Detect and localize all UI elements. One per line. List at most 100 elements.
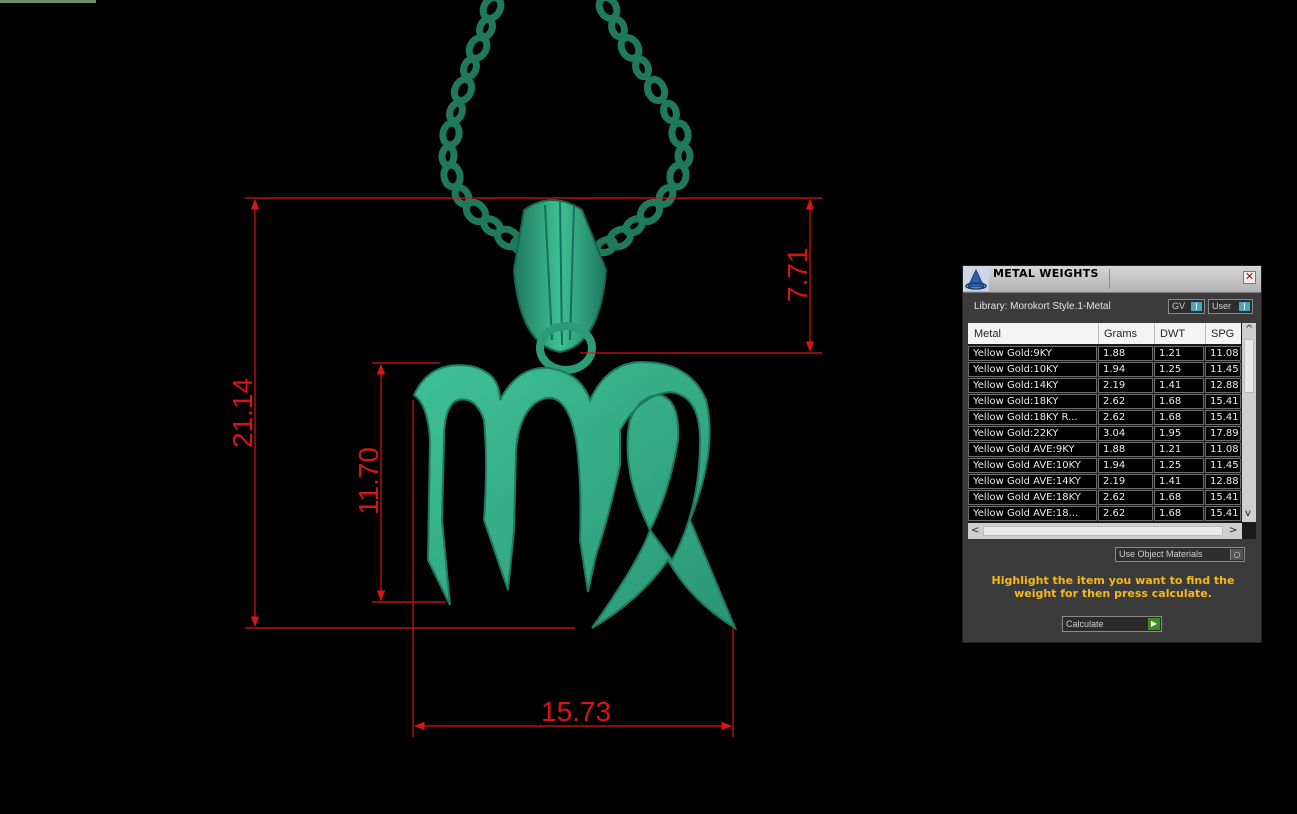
cell-metal: Yellow Gold:14KY <box>968 378 1097 393</box>
cell-spg: 11.45 <box>1205 458 1241 473</box>
cell-metal: Yellow Gold AVE:10KY <box>968 458 1097 473</box>
cell-dwt: 1.25 <box>1154 362 1204 377</box>
cell-spg: 15.41 <box>1205 506 1241 521</box>
cell-grams: 2.62 <box>1098 394 1153 409</box>
cell-dwt: 1.41 <box>1154 378 1204 393</box>
cell-dwt: 1.68 <box>1154 410 1204 425</box>
header-divider <box>1098 323 1099 344</box>
cell-grams: 2.19 <box>1098 378 1153 393</box>
user-toggle[interactable]: User <box>1208 299 1253 314</box>
vertical-scrollbar[interactable]: ^ v <box>1242 323 1256 522</box>
chain-link <box>632 55 652 81</box>
scroll-thumb[interactable] <box>1244 339 1254 393</box>
cell-dwt: 1.68 <box>1154 394 1204 409</box>
cell-spg: 15.41 <box>1205 394 1241 409</box>
cell-spg: 15.41 <box>1205 490 1241 505</box>
cell-grams: 1.94 <box>1098 362 1153 377</box>
use-object-materials-dropdown[interactable]: Use Object Materials ○ <box>1115 547 1245 562</box>
table-row[interactable]: Yellow Gold:18KY R... 2.62 1.68 15.41 <box>968 410 1241 426</box>
title-divider <box>1109 269 1110 289</box>
table-row[interactable]: Yellow Gold:14KY 2.19 1.41 12.88 <box>968 378 1241 394</box>
cell-dwt: 1.41 <box>1154 474 1204 489</box>
scroll-down-icon[interactable]: v <box>1245 509 1251 519</box>
scroll-thumb[interactable] <box>983 526 1223 536</box>
gv-toggle[interactable]: GV <box>1168 299 1205 314</box>
cell-spg: 11.08 <box>1205 442 1241 457</box>
cell-grams: 1.88 <box>1098 442 1153 457</box>
metal-table[interactable]: Metal Grams DWT SPG Yellow Gold:9KY 1.88 1… <box>968 323 1256 539</box>
library-label: Library: Morokort Style.1-Metal <box>974 301 1111 312</box>
scroll-right-icon[interactable]: > <box>1229 526 1237 536</box>
cell-metal: Yellow Gold AVE:18... <box>968 506 1097 521</box>
scroll-up-icon[interactable]: ^ <box>1245 325 1253 335</box>
height-dimension-label: 21.14 <box>227 378 258 448</box>
table-row[interactable]: Yellow Gold:22KY 3.04 1.95 17.89 <box>968 426 1241 442</box>
instruction-text: Highlight the item you want to find the … <box>991 574 1235 600</box>
bail-dimension-label: 7.71 <box>782 248 813 303</box>
dropdown-label: Use Object Materials <box>1119 549 1203 559</box>
cell-grams: 2.62 <box>1098 506 1153 521</box>
cell-metal: Yellow Gold:10KY <box>968 362 1097 377</box>
cell-dwt: 1.68 <box>1154 506 1204 521</box>
pendant-bail <box>512 199 608 374</box>
panel-title: METAL WEIGHTS <box>993 267 1099 280</box>
table-body: Yellow Gold:9KY 1.88 1.21 11.08 Yellow Gold:… <box>968 346 1241 522</box>
column-header-dwt[interactable]: DWT <box>1160 328 1185 340</box>
cell-spg: 17.89 <box>1205 426 1241 441</box>
chain-link <box>668 119 692 149</box>
cell-metal: Yellow Gold:22KY <box>968 426 1097 441</box>
cell-dwt: 1.21 <box>1154 346 1204 361</box>
cell-grams: 2.19 <box>1098 474 1153 489</box>
table-row[interactable]: Yellow Gold AVE:18KY 2.62 1.68 15.41 <box>968 490 1241 506</box>
close-icon[interactable]: ✕ <box>1243 271 1256 284</box>
radio-icon: ○ <box>1230 549 1243 560</box>
horizontal-scrollbar[interactable]: < > <box>968 523 1242 539</box>
metal-weights-panel: METAL WEIGHTS ✕ Library: Morokort Style.… <box>962 265 1262 643</box>
cell-dwt: 1.68 <box>1154 490 1204 505</box>
calculate-label: Calculate <box>1066 619 1104 629</box>
toggle-switch-icon <box>1191 302 1202 311</box>
table-row[interactable]: Yellow Gold AVE:18... 2.62 1.68 15.41 <box>968 506 1241 522</box>
toggle-switch-icon <box>1239 302 1250 311</box>
cell-dwt: 1.95 <box>1154 426 1204 441</box>
chain-link <box>660 99 680 125</box>
table-header: Metal Grams DWT SPG <box>968 323 1241 344</box>
table-row[interactable]: Yellow Gold AVE:9KY 1.88 1.21 11.08 <box>968 442 1241 458</box>
column-header-metal[interactable]: Metal <box>974 328 1001 340</box>
chain-link <box>446 99 466 125</box>
header-divider <box>1154 323 1155 344</box>
chain-link <box>460 55 480 81</box>
chain-link <box>439 119 463 149</box>
app-logo-icon <box>963 266 989 291</box>
column-header-grams[interactable]: Grams <box>1104 328 1137 340</box>
header-divider <box>1205 323 1206 344</box>
cell-metal: Yellow Gold:18KY <box>968 394 1097 409</box>
cell-grams: 1.94 <box>1098 458 1153 473</box>
cell-metal: Yellow Gold AVE:14KY <box>968 474 1097 489</box>
symbol-height-dimension-label: 11.70 <box>353 447 384 515</box>
cell-grams: 3.04 <box>1098 426 1153 441</box>
cell-metal: Yellow Gold AVE:9KY <box>968 442 1097 457</box>
user-toggle-label: User <box>1212 301 1232 311</box>
table-row[interactable]: Yellow Gold:10KY 1.94 1.25 11.45 <box>968 362 1241 378</box>
cell-spg: 11.45 <box>1205 362 1241 377</box>
column-header-spg[interactable]: SPG <box>1211 328 1234 340</box>
cell-dwt: 1.21 <box>1154 442 1204 457</box>
scroll-left-icon[interactable]: < <box>971 526 979 536</box>
calculate-button[interactable]: Calculate ▶ <box>1062 616 1162 632</box>
table-row[interactable]: Yellow Gold:18KY 2.62 1.68 15.41 <box>968 394 1241 410</box>
cell-grams: 2.62 <box>1098 490 1153 505</box>
width-dimension-label: 15.73 <box>541 696 611 727</box>
gv-toggle-label: GV <box>1172 301 1186 311</box>
cell-metal: Yellow Gold:9KY <box>968 346 1097 361</box>
chain-link <box>450 75 476 105</box>
cell-grams: 1.88 <box>1098 346 1153 361</box>
cell-grams: 2.62 <box>1098 410 1153 425</box>
table-row[interactable]: Yellow Gold:9KY 1.88 1.21 11.08 <box>968 346 1241 362</box>
cell-dwt: 1.25 <box>1154 458 1204 473</box>
cell-spg: 12.88 <box>1205 474 1241 489</box>
table-row[interactable]: Yellow Gold AVE:14KY 2.19 1.41 12.88 <box>968 474 1241 490</box>
panel-titlebar[interactable]: METAL WEIGHTS ✕ <box>963 266 1261 293</box>
table-row[interactable]: Yellow Gold AVE:10KY 1.94 1.25 11.45 <box>968 458 1241 474</box>
chain-link <box>666 161 690 191</box>
